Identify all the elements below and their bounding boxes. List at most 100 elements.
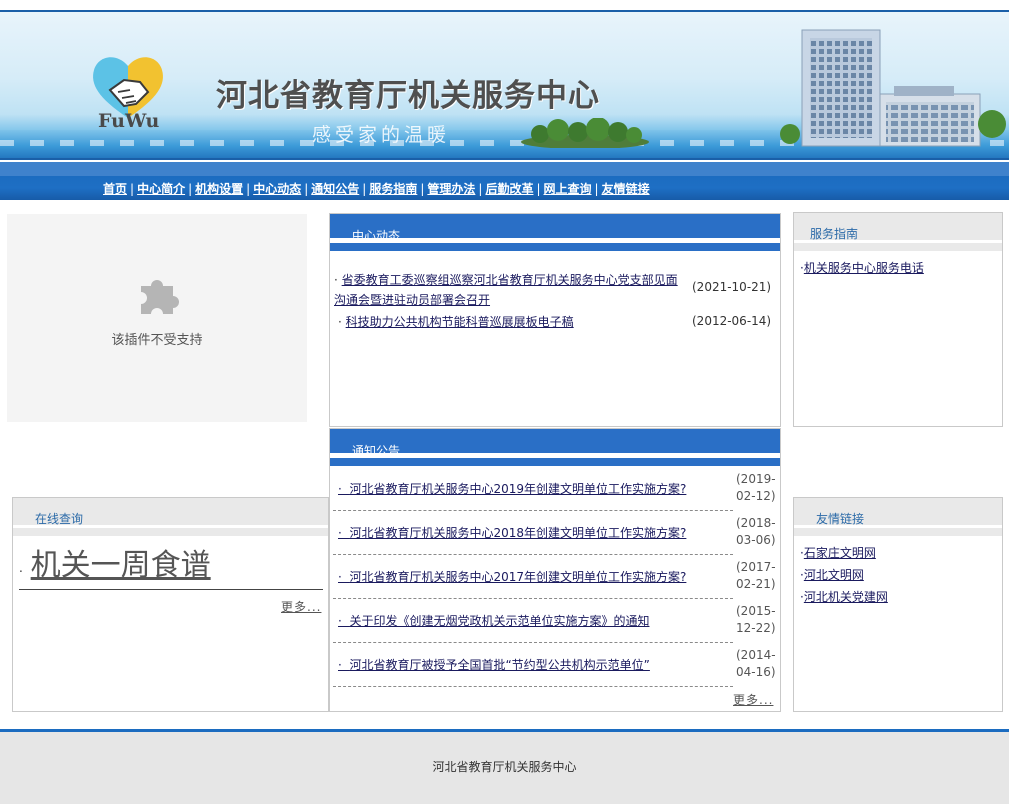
friend-links-header: 友情链接 bbox=[794, 498, 1002, 526]
notices-header-bar bbox=[330, 458, 780, 466]
service-guide-link[interactable]: 机关服务中心服务电话 bbox=[804, 261, 924, 275]
notice-item: · 河北省教育厅机关服务中心2018年创建文明单位工作实施方案? bbox=[333, 511, 733, 555]
bullet: · bbox=[338, 614, 350, 628]
online-query-more-link[interactable]: 更多... bbox=[281, 598, 321, 615]
nav-item-organization[interactable]: 机构设置 bbox=[195, 180, 243, 197]
building-image bbox=[780, 29, 1006, 147]
site-footer: 河北省教育厅机关服务中心 bbox=[0, 732, 1009, 804]
puzzle-piece-icon bbox=[141, 280, 179, 314]
friend-links-panel: 友情链接 ·石家庄文明网 ·河北文明网 ·河北机关党建网 bbox=[793, 497, 1003, 712]
online-query-title: 在线查询 bbox=[35, 512, 84, 526]
notices-title: 通知公告 bbox=[352, 444, 401, 458]
nav-separator: | bbox=[594, 181, 599, 196]
nav-separator: | bbox=[188, 181, 193, 196]
bullet: · bbox=[338, 482, 350, 496]
nav-items: 首页 | 中心简介 | 机构设置 | 中心动态 | 通知公告 | 服务指南 | 管理办法 | … bbox=[103, 180, 650, 197]
center-news-header-bar bbox=[330, 243, 780, 251]
notice-date-line2: 02-21) bbox=[736, 577, 776, 591]
bullet: · bbox=[334, 273, 342, 287]
bullet: · bbox=[338, 315, 346, 329]
notice-item: · 河北省教育厅机关服务中心2019年创建文明单位工作实施方案? bbox=[333, 467, 733, 511]
online-query-panel: 在线查询 · 机关一周食谱 更多... bbox=[12, 497, 329, 712]
nav-item-home[interactable]: 首页 bbox=[103, 180, 127, 197]
bullet: · bbox=[19, 564, 23, 579]
nav-separator: | bbox=[420, 181, 425, 196]
nav-item-notices[interactable]: 通知公告 bbox=[311, 180, 359, 197]
news-item-link-cont[interactable]: 沟通会暨进驻动员部署会召开 bbox=[334, 293, 490, 307]
logo-text: FuWu bbox=[98, 110, 160, 132]
friend-link-item: ·石家庄文明网 bbox=[800, 544, 876, 561]
nav-item-friend-links[interactable]: 友情链接 bbox=[602, 180, 650, 197]
nav-separator: | bbox=[246, 181, 251, 196]
nav-separator: | bbox=[304, 181, 309, 196]
online-query-header-bar bbox=[13, 528, 328, 536]
center-news-header: 中心动态 bbox=[330, 214, 780, 243]
notices-more-link[interactable]: 更多... bbox=[733, 691, 773, 708]
friend-links-title: 友情链接 bbox=[816, 512, 865, 526]
notice-item-title[interactable]: 河北省教育厅机关服务中心2017年创建文明单位工作实施方案? bbox=[349, 570, 686, 584]
notices-header: 通知公告 bbox=[330, 429, 780, 458]
nav-separator: | bbox=[130, 181, 135, 196]
notice-item-title[interactable]: 河北省教育厅机关服务中心2019年创建文明单位工作实施方案? bbox=[349, 482, 686, 496]
online-query-header: 在线查询 bbox=[13, 498, 328, 526]
nav-separator: | bbox=[362, 181, 367, 196]
plugin-unsupported-message: 该插件不受支持 bbox=[111, 333, 203, 348]
notice-date-line2: 12-22) bbox=[736, 621, 776, 635]
notice-item-link[interactable]: · 河北省教育厅机关服务中心2017年创建文明单位工作实施方案? bbox=[338, 568, 686, 585]
notice-item-link[interactable]: · 河北省教育厅机关服务中心2018年创建文明单位工作实施方案? bbox=[338, 524, 686, 541]
notice-item-date: (2014- 04-16) bbox=[736, 647, 780, 681]
notice-item-link[interactable]: · 河北省教育厅被授予全国首批“节约型公共机构示范单位” bbox=[338, 656, 650, 673]
notice-item-link[interactable]: · 关于印发《创建无烟党政机关示范单位实施方案》的通知 bbox=[338, 612, 649, 629]
friend-link[interactable]: 石家庄文明网 bbox=[804, 546, 876, 560]
notice-item-title[interactable]: 河北省教育厅机关服务中心2018年创建文明单位工作实施方案? bbox=[349, 526, 686, 540]
site-slogan: 感受家的温暖 bbox=[312, 124, 451, 146]
news-item-link[interactable]: 省委教育工委巡察组巡察河北省教育厅机关服务中心党支部见面 bbox=[342, 273, 678, 287]
service-guide-header: 服务指南 bbox=[794, 213, 1002, 241]
bullet: · bbox=[338, 570, 350, 584]
nav-item-regulations[interactable]: 管理办法 bbox=[427, 180, 475, 197]
notice-date-line2: 02-12) bbox=[736, 489, 776, 503]
nav-separator: | bbox=[478, 181, 483, 196]
notice-item-date: (2019- 02-12) bbox=[736, 471, 780, 505]
notice-item-title[interactable]: 河北省教育厅被授予全国首批“节约型公共机构示范单位” bbox=[349, 658, 649, 672]
nav-item-about[interactable]: 中心简介 bbox=[137, 180, 185, 197]
notice-date-line1: (2015- bbox=[736, 604, 776, 618]
news-item-link[interactable]: 科技助力公共机构节能科普巡展展板电子稿 bbox=[346, 315, 574, 329]
weekly-menu-link[interactable]: 机关一周食谱 bbox=[31, 548, 211, 583]
notice-date-line1: (2014- bbox=[736, 648, 776, 662]
main-nav: 首页 | 中心简介 | 机构设置 | 中心动态 | 通知公告 | 服务指南 | 管理办法 | … bbox=[0, 176, 1009, 200]
nav-item-online-query[interactable]: 网上查询 bbox=[544, 180, 592, 197]
notice-item-date: (2017- 02-21) bbox=[736, 559, 780, 593]
notice-date-line2: 04-16) bbox=[736, 665, 776, 679]
nav-item-service-guide[interactable]: 服务指南 bbox=[369, 180, 417, 197]
friend-link[interactable]: 河北机关党建网 bbox=[804, 590, 888, 604]
notice-date-line1: (2019- bbox=[736, 472, 776, 486]
center-news-panel: 中心动态 · 省委教育工委巡察组巡察河北省教育厅机关服务中心党支部见面 沟通会暨… bbox=[329, 213, 781, 427]
notice-date-line1: (2017- bbox=[736, 560, 776, 574]
nav-item-logistics-reform[interactable]: 后勤改革 bbox=[485, 180, 533, 197]
notice-item-date: (2015- 12-22) bbox=[736, 603, 780, 637]
footer-text: 河北省教育厅机关服务中心 bbox=[432, 760, 577, 774]
unsupported-plugin-box: 该插件不受支持 bbox=[7, 214, 307, 422]
friend-link-item: ·河北机关党建网 bbox=[800, 588, 888, 605]
news-item-date: (2021-10-21) bbox=[692, 280, 772, 294]
site-banner: FuWu 河北省教育厅机关服务中心 感受家的温暖 bbox=[0, 10, 1009, 160]
notice-item: · 河北省教育厅被授予全国首批“节约型公共机构示范单位” bbox=[333, 643, 733, 687]
news-item: · 科技助力公共机构节能科普巡展展板电子稿 bbox=[338, 313, 688, 330]
news-item-date: (2012-06-14) bbox=[692, 314, 772, 328]
notice-item-link[interactable]: · 河北省教育厅机关服务中心2019年创建文明单位工作实施方案? bbox=[338, 480, 686, 497]
service-guide-title: 服务指南 bbox=[810, 227, 859, 241]
nav-top-band bbox=[0, 162, 1009, 176]
service-guide-panel: 服务指南 ·机关服务中心服务电话 bbox=[793, 212, 1003, 427]
online-query-item: · 机关一周食谱 bbox=[19, 540, 323, 590]
notice-item-title[interactable]: 关于印发《创建无烟党政机关示范单位实施方案》的通知 bbox=[349, 614, 649, 628]
friend-link-item: ·河北文明网 bbox=[800, 566, 864, 583]
island-trees-image bbox=[521, 118, 649, 148]
friend-link[interactable]: 河北文明网 bbox=[804, 568, 864, 582]
center-news-title: 中心动态 bbox=[352, 229, 401, 243]
nav-item-news[interactable]: 中心动态 bbox=[253, 180, 301, 197]
nav-separator: | bbox=[536, 181, 541, 196]
news-item: · 省委教育工委巡察组巡察河北省教育厅机关服务中心党支部见面 沟通会暨进驻动员部… bbox=[334, 270, 684, 310]
notice-date-line2: 03-06) bbox=[736, 533, 776, 547]
service-guide-header-bar bbox=[794, 243, 1002, 251]
